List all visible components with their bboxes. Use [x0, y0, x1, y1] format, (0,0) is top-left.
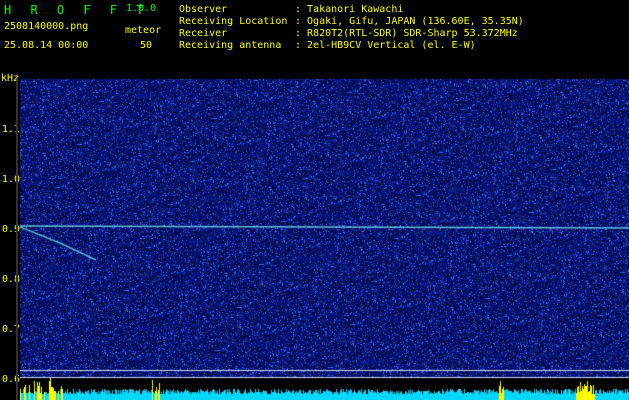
y-axis-line — [16, 79, 18, 400]
info-observer-value: : Takanori Kawachi — [295, 4, 404, 15]
info-location-value: : Ogaki, Gifu, JAPAN (136.60E, 35.35N) — [295, 16, 524, 27]
info-antenna-key: Receiving antenna — [179, 40, 282, 51]
meteor-label: meteor — [125, 25, 162, 36]
datetime: 25.08.14 00:00 — [4, 40, 89, 51]
info-receiver-key: Receiver — [179, 28, 228, 39]
filename: 2508140000.png — [4, 21, 89, 32]
app-version: 1.0.0 — [126, 3, 157, 14]
info-receiver-value: : R820T2(RTL-SDR) SDR-Sharp 53.372MHz — [295, 28, 518, 39]
meteor-count: 50 — [140, 40, 153, 51]
spectrogram-canvas[interactable] — [20, 79, 629, 400]
info-location-key: Receiving Location — [179, 16, 288, 27]
info-antenna-value: : 2el-HB9CV Vertical (el. E-W) — [295, 40, 476, 51]
info-observer-key: Observer — [179, 4, 228, 15]
